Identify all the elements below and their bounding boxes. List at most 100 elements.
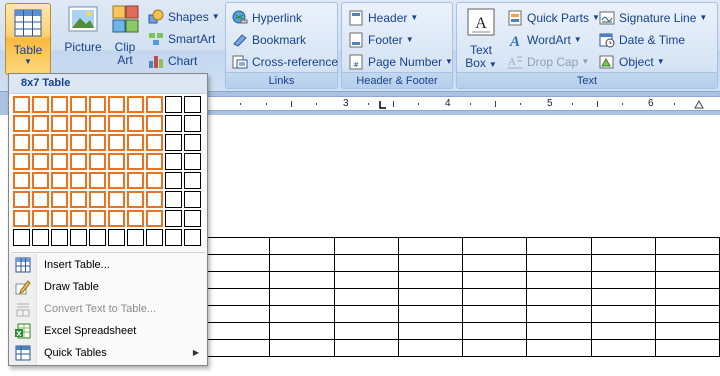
table-grid-cell[interactable]: [51, 96, 68, 113]
table-grid-cell[interactable]: [108, 96, 125, 113]
table-grid-cell[interactable]: [32, 210, 49, 227]
table-grid-cell[interactable]: [108, 134, 125, 151]
table-grid-cell[interactable]: [184, 191, 201, 208]
table-cell[interactable]: [461, 322, 528, 340]
table-grid-cell[interactable]: [51, 134, 68, 151]
drop-cap-button[interactable]: A Drop Cap ▼: [507, 52, 589, 72]
table-grid-cell[interactable]: [108, 229, 125, 246]
table-cell[interactable]: [269, 339, 335, 357]
date-time-button[interactable]: Date & Time: [599, 30, 685, 50]
table-grid-cell[interactable]: [32, 191, 49, 208]
table-cell[interactable]: [590, 254, 656, 272]
table-cell[interactable]: [526, 254, 592, 272]
table-grid-cell[interactable]: [89, 134, 106, 151]
bookmark-button[interactable]: Bookmark: [232, 30, 306, 50]
table-grid-cell[interactable]: [127, 153, 144, 170]
table-grid-cell[interactable]: [184, 134, 201, 151]
table-cell[interactable]: [654, 322, 720, 340]
table-grid-cell[interactable]: [13, 153, 30, 170]
table-cell[interactable]: [333, 288, 399, 306]
table-cell[interactable]: [397, 305, 464, 323]
table-button[interactable]: Table ▼: [5, 3, 51, 75]
table-grid-cell[interactable]: [89, 172, 106, 189]
clip-art-button[interactable]: Clip Art: [108, 3, 142, 67]
table-cell[interactable]: [526, 237, 592, 255]
table-grid-cell[interactable]: [108, 172, 125, 189]
table-cell[interactable]: [590, 288, 656, 306]
table-grid-cell[interactable]: [70, 96, 87, 113]
table-cell[interactable]: [526, 305, 592, 323]
table-grid-cell[interactable]: [51, 172, 68, 189]
table-grid-cell[interactable]: [13, 229, 30, 246]
table-cell[interactable]: [654, 288, 720, 306]
table-grid-cell[interactable]: [13, 210, 30, 227]
signature-line-button[interactable]: Signature Line ▼: [599, 8, 707, 28]
picture-button[interactable]: Picture: [60, 3, 106, 54]
convert-text-to-table-menu-item[interactable]: Convert Text to Table...: [9, 298, 207, 320]
table-cell[interactable]: [333, 339, 399, 357]
table-grid-cell[interactable]: [165, 134, 182, 151]
table-grid-cell[interactable]: [89, 115, 106, 132]
table-grid-cell[interactable]: [165, 115, 182, 132]
table-cell[interactable]: [654, 339, 720, 357]
table-cell[interactable]: [526, 322, 592, 340]
text-box-button[interactable]: A Text Box ▼: [461, 6, 501, 71]
table-grid-cell[interactable]: [70, 191, 87, 208]
table-cell[interactable]: [461, 305, 528, 323]
draw-table-menu-item[interactable]: Draw Table: [9, 276, 207, 298]
table-grid-cell[interactable]: [165, 153, 182, 170]
table-cell[interactable]: [204, 288, 271, 306]
table-grid-cell[interactable]: [32, 153, 49, 170]
table-cell[interactable]: [654, 254, 720, 272]
table-grid-cell[interactable]: [70, 115, 87, 132]
table-grid-cell[interactable]: [32, 229, 49, 246]
table-grid-cell[interactable]: [146, 191, 163, 208]
table-grid-cell[interactable]: [127, 229, 144, 246]
table-cell[interactable]: [526, 271, 592, 289]
table-grid-cell[interactable]: [51, 210, 68, 227]
table-grid-cell[interactable]: [146, 153, 163, 170]
table-cell[interactable]: [590, 237, 656, 255]
table-grid-cell[interactable]: [108, 210, 125, 227]
table-cell[interactable]: [397, 237, 464, 255]
table-cell[interactable]: [269, 271, 335, 289]
table-grid-cell[interactable]: [184, 96, 201, 113]
table-cell[interactable]: [461, 288, 528, 306]
table-grid-cell[interactable]: [184, 115, 201, 132]
table-grid-cell[interactable]: [70, 229, 87, 246]
table-grid-cell[interactable]: [70, 172, 87, 189]
table-grid-cell[interactable]: [51, 115, 68, 132]
table-cell[interactable]: [204, 305, 271, 323]
table-cell[interactable]: [204, 322, 271, 340]
table-grid-cell[interactable]: [165, 210, 182, 227]
table-cell[interactable]: [461, 237, 528, 255]
table-cell[interactable]: [461, 254, 528, 272]
document-table[interactable]: [204, 237, 720, 357]
table-cell[interactable]: [654, 237, 720, 255]
table-grid-cell[interactable]: [108, 191, 125, 208]
table-grid-cell[interactable]: [127, 134, 144, 151]
table-cell[interactable]: [333, 271, 399, 289]
table-grid-cell[interactable]: [70, 210, 87, 227]
chart-button[interactable]: Chart: [148, 51, 197, 71]
table-grid-cell[interactable]: [89, 153, 106, 170]
insert-table-menu-item[interactable]: Insert Table...: [9, 254, 207, 276]
table-grid-cell[interactable]: [165, 191, 182, 208]
table-grid-cell[interactable]: [51, 229, 68, 246]
table-grid-cell[interactable]: [146, 134, 163, 151]
table-grid-cell[interactable]: [13, 96, 30, 113]
footer-button[interactable]: Footer ▼: [348, 30, 414, 50]
table-grid-cell[interactable]: [13, 191, 30, 208]
table-grid-cell[interactable]: [127, 96, 144, 113]
table-grid-cell[interactable]: [70, 153, 87, 170]
table-cell[interactable]: [654, 271, 720, 289]
table-cell[interactable]: [526, 339, 592, 357]
header-button[interactable]: Header ▼: [348, 8, 418, 28]
excel-spreadsheet-menu-item[interactable]: X Excel Spreadsheet: [9, 320, 207, 342]
table-grid-cell[interactable]: [146, 210, 163, 227]
right-indent-marker-icon[interactable]: [694, 99, 704, 109]
table-cell[interactable]: [590, 305, 656, 323]
quick-tables-menu-item[interactable]: Quick Tables ▶: [9, 342, 207, 364]
table-cell[interactable]: [654, 305, 720, 323]
table-grid-cell[interactable]: [13, 134, 30, 151]
